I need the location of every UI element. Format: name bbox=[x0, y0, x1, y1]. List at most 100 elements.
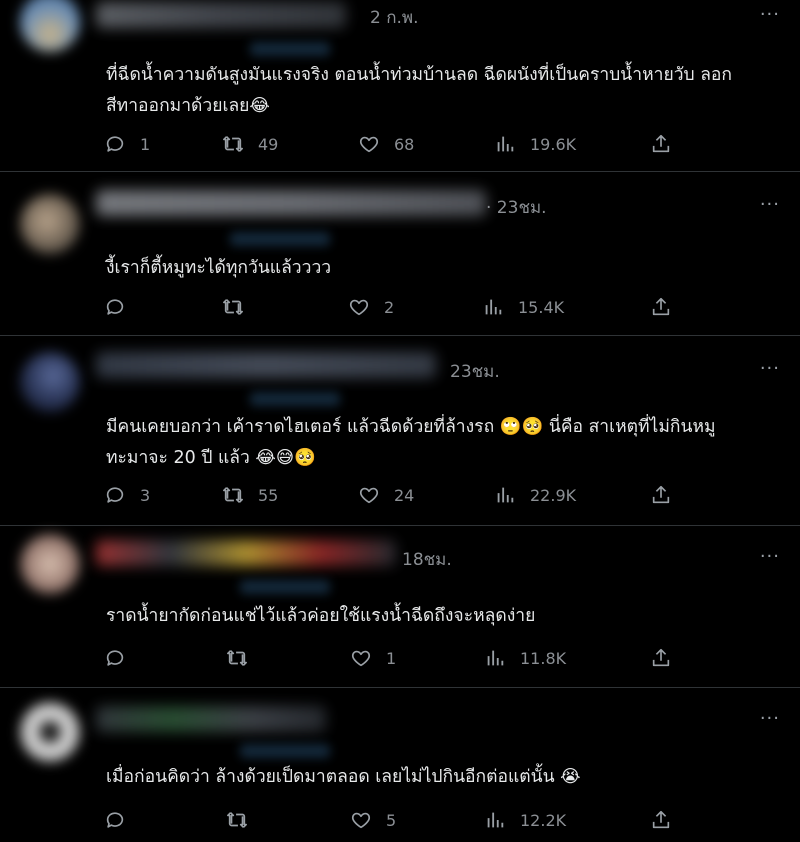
author-name[interactable] bbox=[96, 706, 326, 732]
action-bar: 5 12.2K bbox=[104, 807, 684, 833]
like-button[interactable]: 5 bbox=[350, 807, 396, 833]
views-icon bbox=[497, 136, 514, 152]
retweet-button[interactable]: 49 bbox=[222, 131, 278, 157]
retweet-count: 55 bbox=[258, 485, 279, 505]
views-count: 11.8K bbox=[520, 648, 567, 668]
reply-button[interactable] bbox=[104, 294, 140, 320]
timestamp[interactable]: 18ชม. bbox=[402, 546, 452, 573]
tweet-text: ราดน้ำยากัดก่อนแช่ไว้แล้วค่อยใช้แรงน้ำฉี… bbox=[106, 606, 536, 626]
reply-icon bbox=[106, 812, 124, 828]
reply-button[interactable]: 1 bbox=[104, 131, 150, 157]
action-bar: 3 55 24 22.9K bbox=[104, 482, 684, 508]
avatar[interactable] bbox=[20, 0, 80, 52]
action-bar: 1 11.8K bbox=[104, 645, 684, 671]
tweet-text: ที่ฉีดน้ำความดันสูงมันแรงจริง ตอนน้ำท่วม… bbox=[106, 65, 733, 116]
author-name[interactable] bbox=[96, 2, 346, 28]
tweet[interactable]: 2 ก.พ. ··· ที่ฉีดน้ำความดันสูงมันแรงจริง… bbox=[0, 0, 800, 172]
retweet-icon bbox=[227, 812, 247, 828]
avatar[interactable] bbox=[20, 534, 80, 594]
reply-count: 1 bbox=[140, 134, 151, 154]
like-icon bbox=[359, 487, 379, 504]
tweet-text: มีคนเคยบอกว่า เค้าราดไฮเตอร์ แล้วฉีดด้วย… bbox=[106, 417, 716, 468]
share-icon bbox=[652, 485, 670, 504]
share-button[interactable] bbox=[650, 807, 672, 833]
views-button[interactable]: 15.4K bbox=[482, 294, 564, 320]
tweet-text: งี้เราก็ตี้หมูทะได้ทุกวันแล้วววว bbox=[106, 258, 332, 278]
views-count: 15.4K bbox=[518, 297, 565, 317]
views-button[interactable]: 22.9K bbox=[494, 482, 576, 508]
like-count: 2 bbox=[384, 297, 395, 317]
views-count: 22.9K bbox=[530, 485, 577, 505]
tweet[interactable]: ··· เมื่อก่อนคิดว่า ล้างด้วยเป็ดมาตลอด เ… bbox=[0, 688, 800, 842]
author-handle bbox=[240, 580, 330, 594]
retweet-icon bbox=[227, 650, 247, 666]
views-icon bbox=[485, 299, 502, 315]
like-button[interactable]: 1 bbox=[350, 645, 396, 671]
share-button[interactable] bbox=[650, 131, 672, 157]
author-name[interactable] bbox=[96, 540, 396, 566]
author-handle bbox=[250, 42, 330, 56]
retweet-button[interactable] bbox=[222, 294, 258, 320]
author-handle bbox=[230, 232, 330, 246]
tweet[interactable]: 18ชม. ··· ราดน้ำยากัดก่อนแช่ไว้แล้วค่อยใ… bbox=[0, 526, 800, 688]
retweet-button[interactable] bbox=[226, 807, 262, 833]
reply-icon bbox=[106, 650, 124, 666]
like-icon bbox=[351, 650, 371, 667]
share-icon bbox=[652, 297, 670, 316]
author-handle bbox=[250, 392, 340, 406]
views-icon bbox=[497, 487, 514, 503]
like-count: 1 bbox=[386, 648, 397, 668]
author-name[interactable] bbox=[96, 190, 486, 216]
more-icon[interactable]: ··· bbox=[760, 358, 780, 379]
share-icon bbox=[652, 810, 670, 829]
reply-button[interactable] bbox=[104, 645, 140, 671]
reply-button[interactable]: 3 bbox=[104, 482, 150, 508]
retweet-count: 49 bbox=[258, 134, 279, 154]
timestamp[interactable]: 2 ก.พ. bbox=[370, 4, 419, 31]
author-handle bbox=[240, 744, 330, 758]
avatar[interactable] bbox=[20, 194, 80, 254]
reply-icon bbox=[106, 487, 124, 503]
views-button[interactable]: 11.8K bbox=[484, 645, 566, 671]
like-button[interactable]: 68 bbox=[358, 131, 414, 157]
share-icon bbox=[652, 134, 670, 153]
avatar[interactable] bbox=[20, 352, 80, 412]
more-icon[interactable]: ··· bbox=[760, 708, 780, 729]
reply-icon bbox=[106, 299, 124, 315]
reply-icon bbox=[106, 136, 124, 152]
like-count: 68 bbox=[394, 134, 415, 154]
tweet[interactable]: 23ชม. ··· มีคนเคยบอกว่า เค้าราดไฮเตอร์ แ… bbox=[0, 336, 800, 526]
like-button[interactable]: 24 bbox=[358, 482, 414, 508]
retweet-button[interactable] bbox=[226, 645, 262, 671]
share-button[interactable] bbox=[650, 482, 672, 508]
retweet-button[interactable]: 55 bbox=[222, 482, 278, 508]
views-button[interactable]: 19.6K bbox=[494, 131, 576, 157]
avatar[interactable] bbox=[20, 702, 80, 762]
more-icon[interactable]: ··· bbox=[760, 4, 780, 25]
views-icon bbox=[487, 650, 504, 666]
views-icon bbox=[487, 812, 504, 828]
views-button[interactable]: 12.2K bbox=[484, 807, 566, 833]
like-button[interactable]: 2 bbox=[348, 294, 394, 320]
more-icon[interactable]: ··· bbox=[760, 194, 780, 215]
views-count: 19.6K bbox=[530, 134, 577, 154]
retweet-icon bbox=[223, 136, 243, 152]
reply-button[interactable] bbox=[104, 807, 140, 833]
share-button[interactable] bbox=[650, 645, 672, 671]
retweet-icon bbox=[223, 299, 243, 315]
more-icon[interactable]: ··· bbox=[760, 546, 780, 567]
timestamp[interactable]: 23ชม. bbox=[450, 358, 500, 385]
action-bar: 2 15.4K bbox=[104, 294, 684, 320]
like-icon bbox=[359, 136, 379, 153]
like-icon bbox=[351, 812, 371, 829]
like-count: 5 bbox=[386, 810, 397, 830]
timestamp[interactable]: · 23ชม. bbox=[486, 194, 547, 221]
share-button[interactable] bbox=[650, 294, 672, 320]
like-icon bbox=[349, 299, 369, 316]
tweet[interactable]: · 23ชม. ··· งี้เราก็ตี้หมูทะได้ทุกวันแล้… bbox=[0, 172, 800, 336]
reply-count: 3 bbox=[140, 485, 151, 505]
author-name[interactable] bbox=[96, 352, 436, 378]
tweet-text: เมื่อก่อนคิดว่า ล้างด้วยเป็ดมาตลอด เลยไม… bbox=[106, 767, 581, 787]
like-count: 24 bbox=[394, 485, 415, 505]
share-icon bbox=[652, 648, 670, 667]
